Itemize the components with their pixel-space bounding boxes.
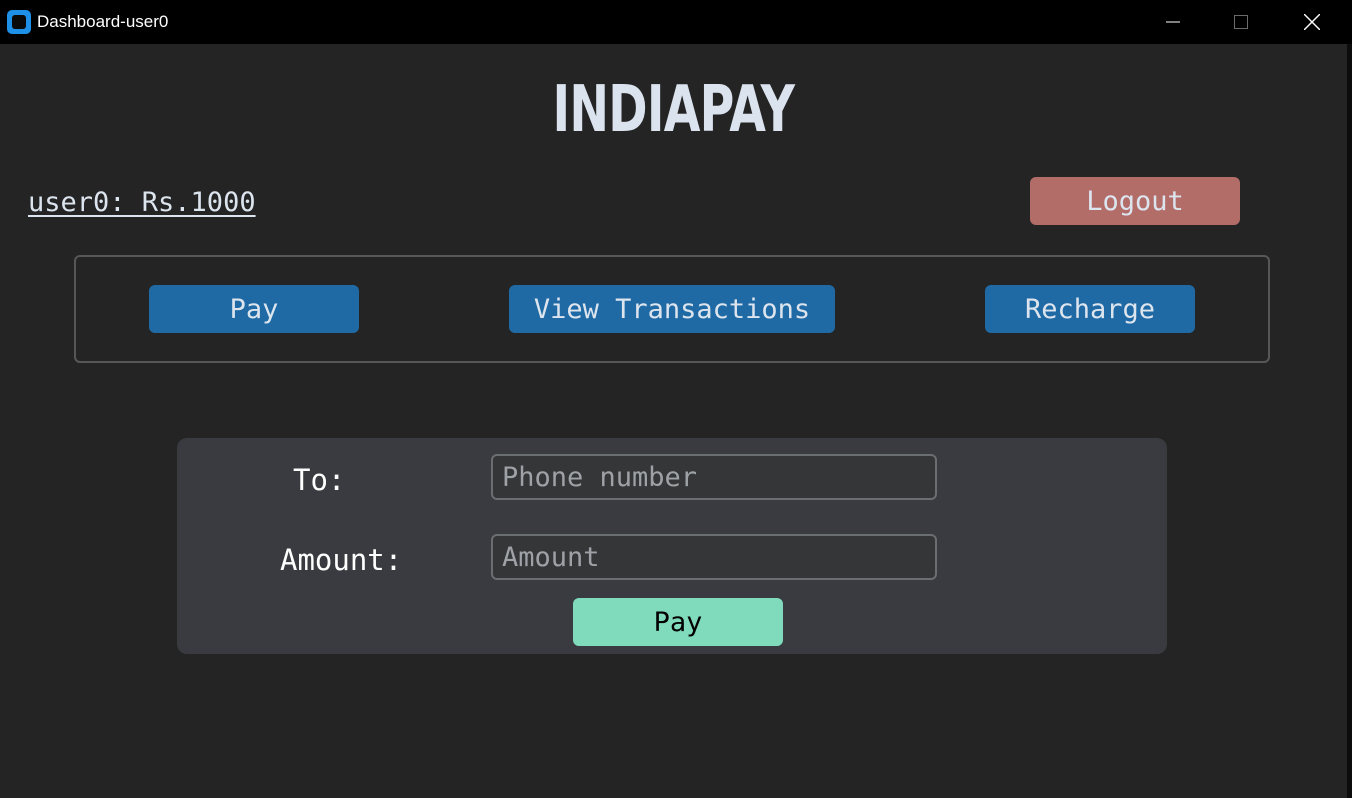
recharge-button[interactable]: Recharge [985, 285, 1195, 333]
window-edge [1347, 44, 1352, 798]
pay-submit-button[interactable]: Pay [573, 598, 783, 646]
close-icon [1304, 14, 1320, 30]
close-button[interactable] [1277, 0, 1347, 44]
app-icon [7, 10, 31, 34]
logout-button[interactable]: Logout [1030, 177, 1240, 225]
view-transactions-button[interactable]: View Transactions [509, 285, 835, 333]
maximize-icon [1234, 15, 1248, 29]
minimize-button[interactable] [1138, 0, 1208, 44]
main-window [0, 44, 1347, 798]
brand-title: INDIAPAY [552, 73, 795, 147]
to-label: To: [293, 463, 346, 497]
user-balance: user0: Rs.1000 [28, 187, 256, 218]
maximize-button[interactable] [1206, 0, 1276, 44]
amount-input[interactable] [491, 534, 937, 580]
amount-label: Amount: [280, 543, 403, 577]
window-title: Dashboard-user0 [37, 12, 169, 31]
minimize-icon [1166, 15, 1180, 29]
phone-number-input[interactable] [491, 454, 937, 500]
nav-pay-button[interactable]: Pay [149, 285, 359, 333]
title-bar[interactable]: Dashboard-user0 [0, 0, 1352, 44]
